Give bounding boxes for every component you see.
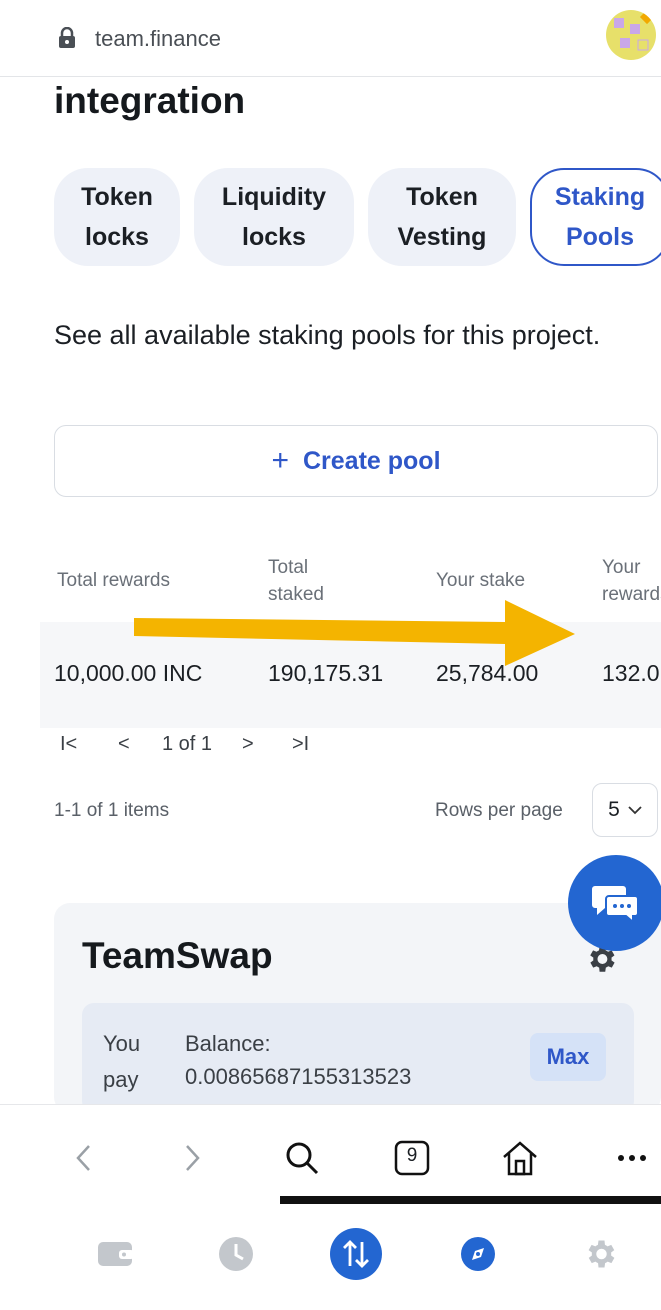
rows-per-page-label: Rows per page [435, 800, 563, 821]
balance-label: Balance: [185, 1031, 271, 1056]
more-icon[interactable] [612, 1138, 652, 1178]
swap-icon[interactable] [330, 1228, 382, 1280]
discover-icon[interactable] [452, 1228, 504, 1280]
tabs-button[interactable]: 9 [392, 1138, 432, 1178]
description-text: See all available staking pools for this… [54, 320, 601, 350]
wallet-icon[interactable] [90, 1228, 142, 1280]
last-page-icon[interactable]: >I [292, 733, 309, 756]
back-icon[interactable] [64, 1138, 104, 1178]
rows-per-page-value: 5 [608, 798, 620, 821]
cell-your-rewards: 132.0 [602, 660, 660, 686]
tab-token-vesting[interactable]: Token Vesting [368, 168, 516, 266]
create-pool-button[interactable]: + Create pool [54, 425, 658, 497]
chevron-down-icon [628, 806, 642, 815]
column-header-your-rewards: Your rewards [602, 557, 661, 605]
home-indicator [280, 1196, 661, 1204]
you-pay-label: You pay [103, 1031, 141, 1092]
tab-token-locks[interactable]: Token locks [54, 168, 180, 266]
chat-icon [592, 886, 639, 924]
lock-icon [59, 27, 75, 48]
arrow-annotation-icon [134, 600, 575, 666]
first-page-icon[interactable]: I< [60, 733, 77, 756]
history-icon[interactable] [210, 1228, 262, 1280]
teamswap-title: TeamSwap [82, 935, 273, 976]
wallet-avatar[interactable] [606, 10, 656, 60]
plus-icon: + [271, 444, 289, 477]
page-indicator: 1 of 1 [162, 733, 213, 755]
create-pool-label: Create pool [303, 446, 441, 475]
home-icon[interactable] [500, 1138, 540, 1178]
next-page-icon[interactable]: > [242, 733, 254, 756]
search-icon[interactable] [282, 1138, 322, 1178]
balance-value: 0.00865687155313523 [185, 1064, 412, 1089]
items-count: 1-1 of 1 items [54, 800, 170, 821]
section-heading: integration [54, 80, 246, 121]
chat-button[interactable] [568, 855, 661, 951]
tab-liquidity-locks[interactable]: Liquidity locks [194, 168, 354, 266]
prev-page-icon[interactable]: < [118, 733, 130, 756]
max-button[interactable]: Max [530, 1033, 606, 1081]
forward-icon[interactable] [172, 1138, 212, 1178]
tab-count: 9 [406, 1145, 418, 1166]
settings-icon[interactable] [574, 1228, 626, 1280]
rows-per-page-select[interactable]: 5 [592, 783, 658, 837]
column-header-total-rewards: Total rewards [57, 570, 170, 591]
url-text[interactable]: team.finance [95, 26, 221, 52]
column-header-your-stake: Your stake [436, 570, 526, 591]
tab-staking-pools[interactable]: Staking Pools [530, 168, 661, 266]
